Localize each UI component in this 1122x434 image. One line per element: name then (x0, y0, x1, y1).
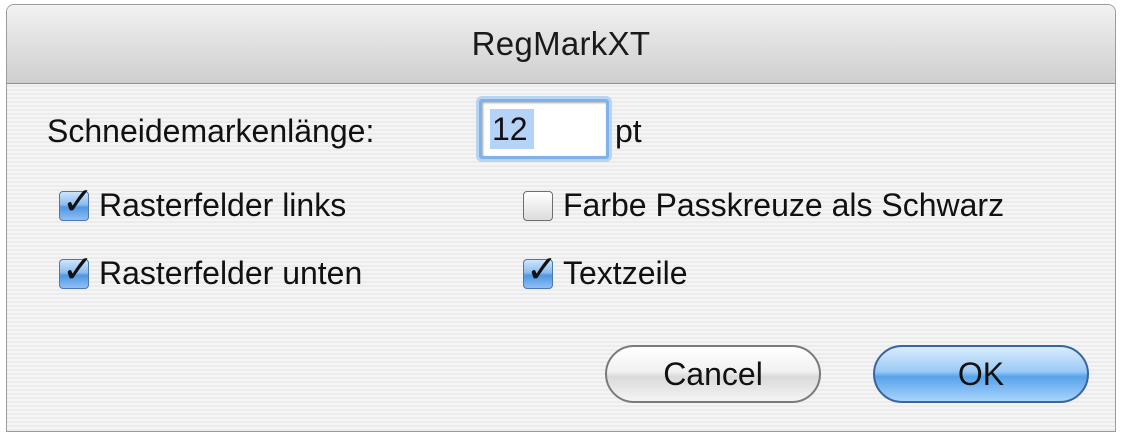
checkbox-farbe-passkreuze[interactable] (523, 190, 553, 221)
checkbox-textzeile[interactable]: ✓ (523, 250, 558, 289)
crop-mark-length-value: 12 (490, 109, 534, 149)
crop-mark-length-input[interactable]: 12 (479, 99, 609, 159)
option-textzeile[interactable]: ✓ Textzeile (523, 250, 688, 292)
cancel-button[interactable]: Cancel (605, 345, 821, 403)
title-bar[interactable]: RegMarkXT (7, 5, 1115, 84)
unit-label: pt (615, 113, 642, 149)
option-farbe-passkreuze[interactable]: Farbe Passkreuze als Schwarz (523, 187, 1004, 224)
checkbox-rasterfelder-unten[interactable]: ✓ (59, 250, 94, 289)
ok-button[interactable]: OK (873, 345, 1089, 403)
option-label: Farbe Passkreuze als Schwarz (563, 187, 1005, 223)
checkbox-rasterfelder-links[interactable]: ✓ (59, 182, 94, 221)
dialog-window: RegMarkXT Schneidemarkenlänge: 12 pt ✓ R… (6, 4, 1116, 432)
option-label: Rasterfelder links (99, 187, 347, 223)
option-rasterfelder-links[interactable]: ✓ Rasterfelder links (59, 182, 347, 224)
checkmark-icon: ✓ (526, 246, 558, 291)
option-rasterfelder-unten[interactable]: ✓ Rasterfelder unten (59, 250, 363, 292)
crop-mark-length-label: Schneidemarkenlänge: (47, 113, 375, 149)
checkmark-icon: ✓ (62, 178, 94, 223)
option-label: Textzeile (563, 255, 688, 291)
option-label: Rasterfelder unten (99, 255, 363, 291)
checkmark-icon: ✓ (62, 246, 94, 291)
dialog-title: RegMarkXT (471, 25, 651, 62)
